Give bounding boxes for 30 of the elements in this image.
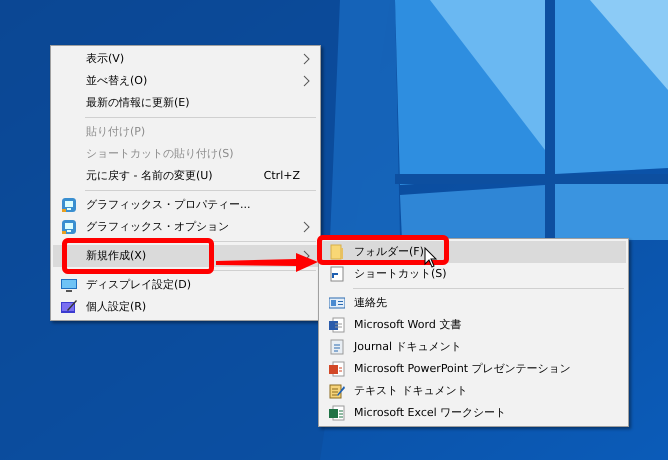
shortcut-icon [329, 266, 345, 282]
menu-item[interactable]: 並べ替え(O) [53, 70, 318, 92]
menu-item[interactable]: Microsoft Excel ワークシート [321, 402, 626, 424]
menu-item[interactable]: 個人設定(R) [53, 296, 318, 318]
journal-document-icon [329, 339, 345, 355]
cursor-icon [424, 247, 438, 268]
paint-icon [61, 299, 77, 315]
contact-card-icon [329, 295, 345, 311]
folder-icon [329, 244, 345, 260]
powerpoint-document-icon [329, 361, 345, 377]
menu-item[interactable]: Journal ドキュメント [321, 336, 626, 358]
monitor-icon [61, 277, 77, 293]
menu-item[interactable]: Microsoft Word 文書 [321, 314, 626, 336]
menu-item[interactable]: 連絡先 [321, 292, 626, 314]
monitor-icon [61, 197, 77, 213]
monitor-icon [61, 219, 77, 235]
menu-item[interactable]: Microsoft PowerPoint プレゼンテーション [321, 358, 626, 380]
menu-item[interactable]: グラフィックス・オプション [53, 216, 318, 238]
menu-item[interactable]: 元に戻す - 名前の変更(U) Ctrl+Z [53, 165, 318, 187]
shortcut-label: Ctrl+Z [264, 168, 301, 184]
excel-document-icon [329, 405, 345, 421]
menu-item[interactable]: ショートカット(S) [321, 263, 626, 285]
menu-item[interactable]: ディスプレイ設定(D) [53, 274, 318, 296]
menu-item[interactable]: フォルダー(F) [321, 241, 626, 263]
word-document-icon [329, 317, 345, 333]
menu-item[interactable]: 表示(V) [53, 48, 318, 70]
menu-item[interactable]: テキスト ドキュメント [321, 380, 626, 402]
menu-item[interactable]: グラフィックス・プロパティー... [53, 194, 318, 216]
text-document-icon [329, 383, 345, 399]
menu-item[interactable]: 最新の情報に更新(E) [53, 92, 318, 114]
